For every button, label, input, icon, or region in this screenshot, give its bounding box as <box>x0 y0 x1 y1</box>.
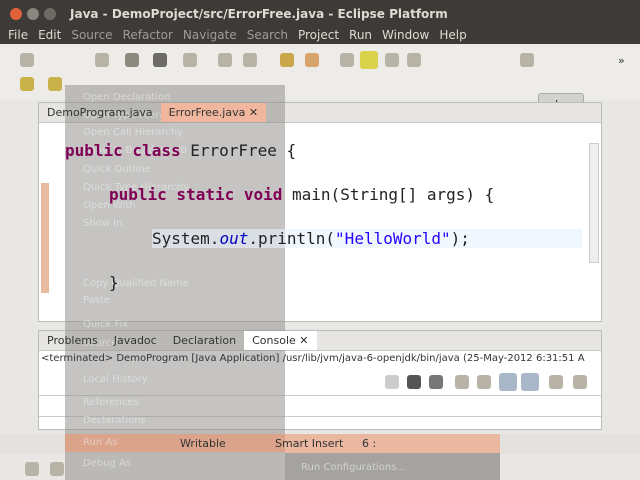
menu-item-copy-qualified-name[interactable]: Copy Qualified Name <box>83 278 189 289</box>
new-package-icon[interactable] <box>218 53 232 67</box>
keyword: public static void <box>109 185 283 204</box>
cursor-position: 6 : <box>362 437 377 450</box>
search-icon[interactable] <box>183 53 197 67</box>
overflow-icon[interactable]: » <box>618 54 625 67</box>
new-class-icon[interactable] <box>243 53 257 67</box>
display-console-icon[interactable] <box>573 375 587 389</box>
menu-navigate[interactable]: Navigate <box>183 28 237 42</box>
tab-demoprogram[interactable]: DemoProgram.java <box>39 103 161 122</box>
ruler-marker <box>41 183 49 293</box>
menu-window[interactable]: Window <box>382 28 429 42</box>
code-line-1[interactable]: public class ErrorFree { <box>65 141 296 160</box>
maximize-window-button[interactable] <box>44 8 56 20</box>
menu-item-open-call-hierarchy[interactable]: Open Call Hierarchy <box>83 127 183 138</box>
run-as-submenu: Run Configurations... <box>285 453 500 480</box>
menu-item-quick-outline[interactable]: Quick Outline <box>83 164 151 175</box>
field: out <box>219 229 249 248</box>
show-on-output-icon[interactable] <box>499 373 517 391</box>
tab-javadoc[interactable]: Javadoc <box>106 331 165 350</box>
terminate-icon[interactable] <box>385 375 399 389</box>
code-line-2[interactable]: public static void main(String[] args) { <box>109 185 494 204</box>
annotation-icon[interactable] <box>340 53 354 67</box>
code-line-3[interactable]: System.out.println("HelloWorld"); <box>152 229 582 248</box>
code-text: ); <box>450 229 470 248</box>
menu-item-run-as[interactable]: Run As <box>65 434 285 452</box>
scroll-lock-icon[interactable] <box>477 375 491 389</box>
window-title: Java - DemoProject/src/ErrorFree.java - … <box>70 7 448 21</box>
new-icon[interactable] <box>20 53 34 67</box>
code-line-4[interactable]: } <box>109 273 119 292</box>
block-select-icon[interactable] <box>385 53 399 67</box>
tab-console[interactable]: Console ✕ <box>244 331 317 350</box>
title-bar: Java - DemoProject/src/ErrorFree.java - … <box>0 0 640 28</box>
code-text: ErrorFree { <box>180 141 297 160</box>
remove-launch-icon[interactable] <box>407 375 421 389</box>
menu-item-debug-as[interactable]: Debug As <box>83 458 131 469</box>
run-icon[interactable] <box>153 53 167 67</box>
tab-label: Console <box>252 334 296 347</box>
open-type-icon[interactable] <box>280 53 294 67</box>
menu-bar: File Edit Source Refactor Navigate Searc… <box>0 26 640 44</box>
keyword: public class <box>65 141 181 160</box>
close-tab-icon[interactable]: ✕ <box>249 106 258 119</box>
prev-annotation-icon[interactable] <box>48 77 62 91</box>
external-tools-icon[interactable] <box>305 53 319 67</box>
string-literal: "HelloWorld" <box>335 229 451 248</box>
tab-errorfree[interactable]: ErrorFree.java ✕ <box>160 103 267 122</box>
insert-mode-status: Smart Insert <box>275 437 344 450</box>
show-on-error-icon[interactable] <box>521 373 539 391</box>
console-process-info: <terminated> DemoProgram [Java Applicati… <box>41 353 585 364</box>
pin-console-icon[interactable] <box>549 375 563 389</box>
menu-item-local-history[interactable]: Local History <box>83 374 148 385</box>
menu-item-open-declaration[interactable]: Open Declaration <box>83 92 171 103</box>
menu-item-show-in[interactable]: Show In <box>83 218 122 229</box>
fast-view-icon[interactable] <box>25 462 39 476</box>
menu-item-declarations[interactable]: Declarations <box>83 415 146 426</box>
menu-item-references[interactable]: References <box>83 397 139 408</box>
writable-status: Writable <box>180 437 226 450</box>
outline-icon[interactable] <box>50 462 64 476</box>
menu-item-paste[interactable]: Paste <box>83 295 110 306</box>
remove-all-icon[interactable] <box>429 375 443 389</box>
menu-edit[interactable]: Edit <box>38 28 61 42</box>
print-icon[interactable] <box>95 53 109 67</box>
close-tab-icon[interactable]: ✕ <box>299 334 308 347</box>
minimize-window-button[interactable] <box>27 8 39 20</box>
show-whitespace-icon[interactable] <box>407 53 421 67</box>
menu-source[interactable]: Source <box>71 28 112 42</box>
tab-declaration[interactable]: Declaration <box>165 331 244 350</box>
clear-console-icon[interactable] <box>455 375 469 389</box>
open-perspective-icon[interactable] <box>520 53 534 67</box>
tab-label: ErrorFree.java <box>168 106 246 119</box>
menu-refactor[interactable]: Refactor <box>123 28 173 42</box>
code-text: System. <box>152 229 220 248</box>
vertical-scrollbar[interactable] <box>589 143 599 263</box>
menu-run[interactable]: Run <box>349 28 372 42</box>
code-text: .println( <box>248 229 336 248</box>
menu-project[interactable]: Project <box>298 28 339 42</box>
menu-item-run-configurations[interactable]: Run Configurations... <box>301 462 406 473</box>
next-annotation-icon[interactable] <box>20 77 34 91</box>
menu-item-quick-fix[interactable]: Quick Fix <box>83 319 128 330</box>
menu-help[interactable]: Help <box>439 28 466 42</box>
menu-search[interactable]: Search <box>247 28 288 42</box>
code-text: main(String[] args) { <box>282 185 495 204</box>
close-window-button[interactable] <box>10 8 22 20</box>
debug-icon[interactable] <box>125 53 139 67</box>
mark-occurrences-icon[interactable] <box>360 51 378 69</box>
tab-problems[interactable]: Problems <box>39 331 106 350</box>
menu-file[interactable]: File <box>8 28 28 42</box>
